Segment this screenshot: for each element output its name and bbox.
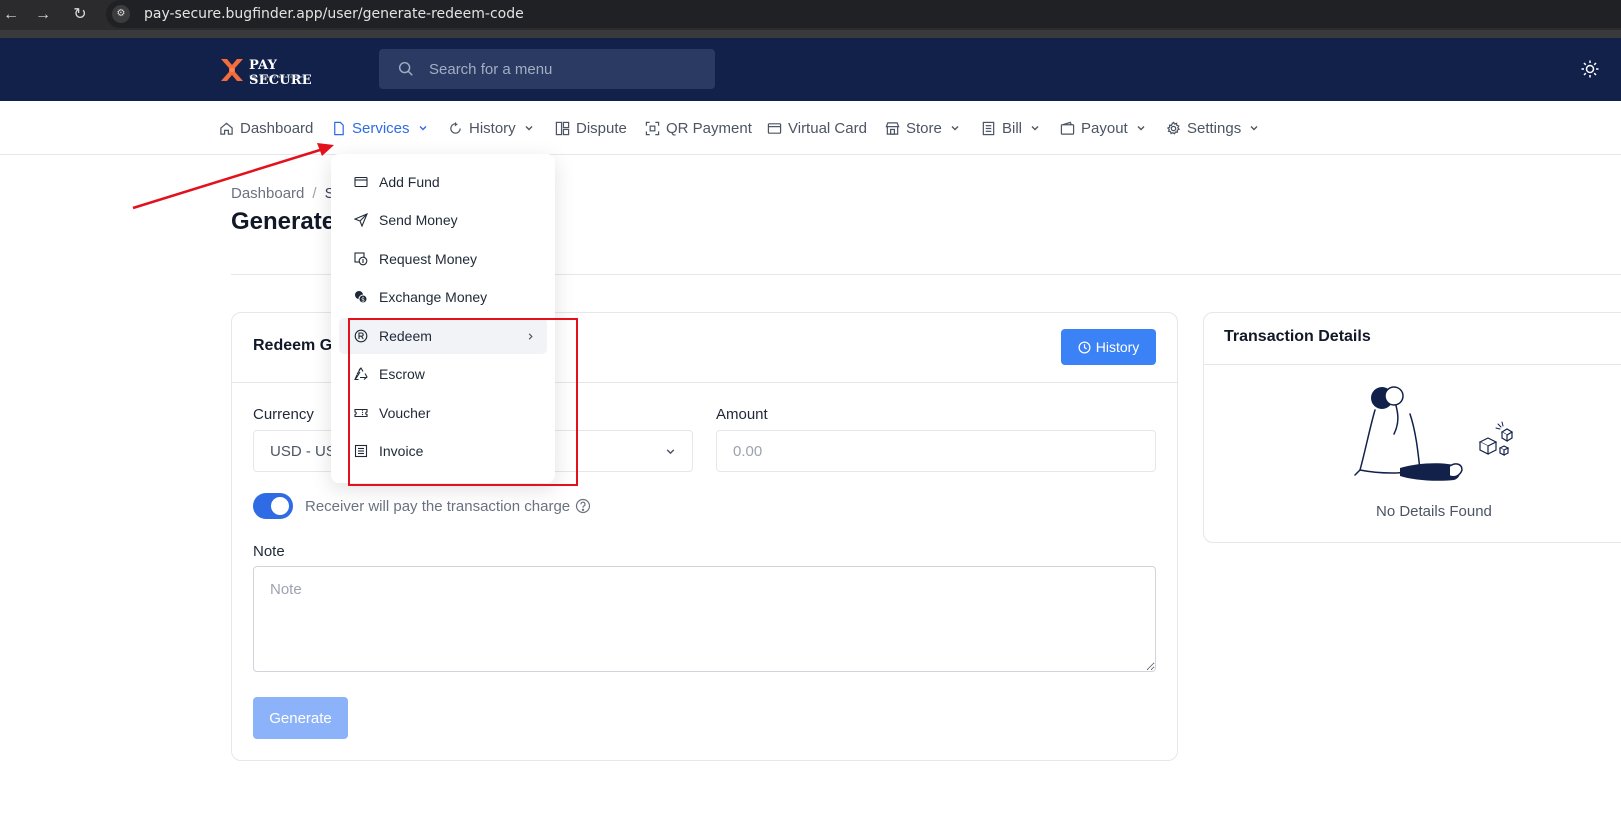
card-title: Redeem G (253, 337, 333, 354)
chevron-down-icon (525, 126, 533, 131)
sun-icon[interactable] (1580, 59, 1600, 79)
logo-tagline: Your security is our concern (249, 74, 307, 79)
chevron-down-icon (951, 126, 959, 131)
menu-search[interactable] (379, 49, 715, 89)
card-icon (354, 176, 368, 188)
gear-icon (1166, 120, 1181, 135)
nav-item-services[interactable]: Services (331, 101, 428, 155)
menu-item-request-money[interactable]: Request Money (339, 241, 547, 277)
breadcrumb: Dashboard / S (231, 185, 335, 202)
wallet-icon (1060, 121, 1075, 135)
nav-item-label: Services (352, 119, 410, 137)
send-icon (354, 213, 368, 227)
forward-icon[interactable]: → (32, 4, 54, 26)
nav-item-label: Dashboard (240, 119, 314, 137)
nav-item-bill[interactable]: Bill (981, 101, 1040, 155)
qr-icon (645, 121, 660, 135)
nav-item-history[interactable]: History (448, 101, 534, 155)
card-header-divider (1204, 364, 1621, 365)
search-icon (398, 61, 413, 76)
logo-text: PAY SECURE (249, 58, 312, 88)
menu-item-label: Exchange Money (379, 289, 488, 305)
clock-icon (1078, 341, 1091, 353)
annotation-highlight-box (348, 318, 578, 486)
browser-tab-strip (0, 30, 1621, 38)
history-icon (450, 121, 461, 134)
home-icon (220, 122, 233, 135)
chevron-down-icon (419, 126, 427, 131)
grid-icon (555, 121, 570, 135)
toggle-label: Receiver will pay the transaction charge (305, 498, 571, 515)
reload-icon[interactable]: ↻ (69, 4, 91, 26)
note-label: Note (253, 543, 285, 560)
menu-item-send-money[interactable]: Send Money (339, 202, 547, 238)
nav-item-label: Store (906, 119, 942, 137)
page-title: Generate (231, 208, 336, 235)
breadcrumb-root[interactable]: Dashboard (231, 185, 304, 202)
empty-state-text: No Details Found (1376, 503, 1492, 520)
toggle-knob (271, 497, 289, 515)
chevron-down-icon (666, 449, 675, 455)
amount-label: Amount (716, 406, 768, 423)
transaction-charge-toggle[interactable] (253, 493, 293, 519)
svg-text:$: $ (361, 297, 365, 304)
chevron-down-icon (1031, 126, 1039, 131)
request-money-icon (354, 252, 368, 266)
nav-item-label: Payout (1081, 119, 1128, 137)
currency-value: USD - US (270, 443, 336, 460)
site-info-icon[interactable]: ⚙ (112, 5, 130, 23)
bill-icon (982, 121, 995, 135)
note-textarea[interactable] (253, 566, 1156, 672)
nav-item-label: History (469, 119, 516, 137)
logo-mark-icon (221, 59, 243, 81)
nav-item-virtual-card[interactable]: Virtual Card (767, 101, 867, 155)
nav-item-label: Virtual Card (788, 119, 867, 137)
menu-item-exchange-money[interactable]: $ Exchange Money (339, 279, 547, 315)
card-icon (767, 122, 782, 134)
breadcrumb-separator: / (312, 185, 317, 202)
empty-state-illustration (1354, 386, 1514, 481)
menu-item-label: Send Money (379, 212, 458, 228)
transaction-details-title: Transaction Details (1224, 328, 1371, 345)
currency-label: Currency (253, 406, 314, 423)
history-button[interactable]: History (1061, 329, 1156, 365)
logo[interactable]: PAY SECURE Your security is our concern (219, 55, 329, 88)
nav-item-settings[interactable]: Settings (1166, 101, 1259, 155)
chevron-down-icon (1250, 126, 1258, 131)
nav-item-dashboard[interactable]: Dashboard (219, 101, 313, 155)
exchange-icon: $ (355, 291, 368, 304)
nav-item-store[interactable]: Store (885, 101, 960, 155)
history-button-label: History (1095, 339, 1140, 355)
nav-item-dispute[interactable]: Dispute (555, 101, 627, 155)
menu-item-label: Request Money (379, 251, 478, 267)
amount-input[interactable] (716, 430, 1156, 472)
nav-item-label: Settings (1187, 119, 1242, 137)
search-input[interactable] (429, 49, 709, 89)
menu-item-add-fund[interactable]: Add Fund (339, 164, 547, 200)
nav-item-label: Bill (1002, 119, 1023, 137)
nav-item-label: Dispute (576, 119, 627, 137)
help-icon[interactable] (575, 498, 591, 514)
generate-button[interactable]: Generate (253, 697, 348, 739)
store-icon (885, 121, 900, 135)
menu-item-label: Add Fund (379, 174, 440, 190)
url-text[interactable]: pay-secure.bugfinder.app/user/generate-r… (144, 6, 524, 22)
nav-item-payout[interactable]: Payout (1060, 101, 1146, 155)
back-icon[interactable]: ← (0, 4, 22, 26)
file-icon (334, 121, 344, 135)
nav-item-label: QR Payment (666, 119, 752, 137)
chevron-down-icon (1137, 126, 1145, 131)
nav-item-qr-payment[interactable]: QR Payment (645, 101, 752, 155)
